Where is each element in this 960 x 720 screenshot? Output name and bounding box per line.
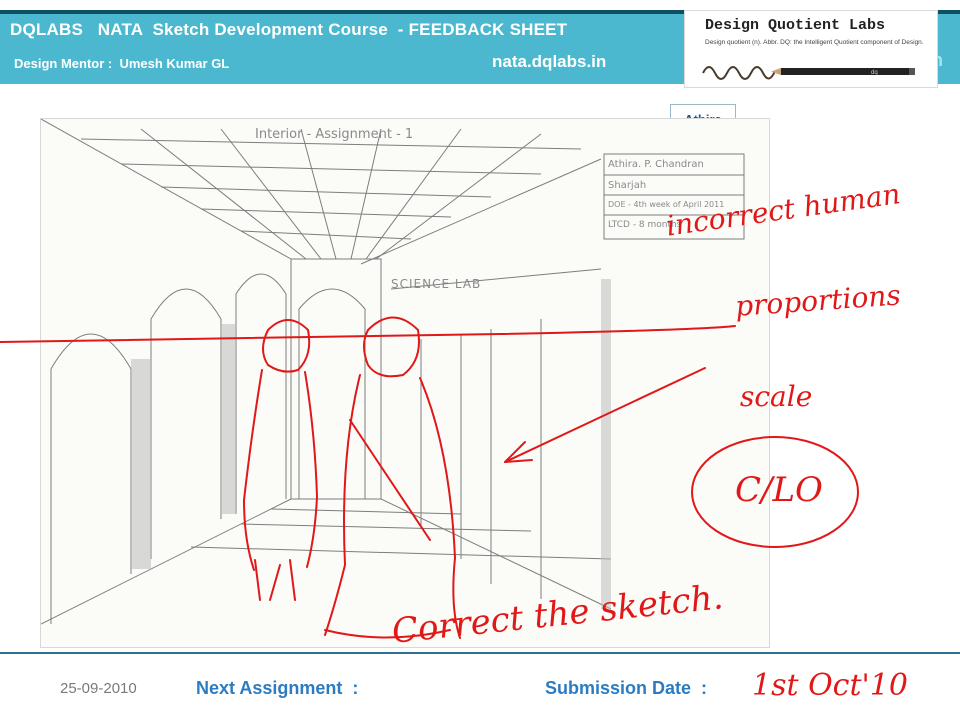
sketch-info-line: Athira. P. Chandran <box>608 159 704 170</box>
footer-divider <box>0 652 960 654</box>
sketch-sign: SCIENCE LAB <box>391 277 482 291</box>
pencil-label: dq <box>871 70 878 76</box>
feedback-due-date: 1st Oct'10 <box>752 668 908 703</box>
feedback-line-3: scale <box>740 380 813 413</box>
banner-mentor: Design Mentor : Umesh Kumar GL <box>14 56 230 71</box>
sketch-drawing <box>41 119 745 625</box>
feedback-date: 25-09-2010 <box>60 680 137 697</box>
pencil-sketch: Interior - Assignment - 1 SCIENCE LAB At… <box>40 118 770 648</box>
feedback-score: C/LO <box>735 470 823 510</box>
next-assignment-label: Next Assignment : <box>196 678 359 698</box>
sketch-heading: Interior - Assignment - 1 <box>255 127 414 142</box>
sketch-info-line: Sharjah <box>608 180 647 191</box>
pencil-icon: dq <box>702 66 915 80</box>
submission-date-label: Submission Date : <box>545 678 708 698</box>
dq-labs-logo: Design Quotient Labs Design quotient (n)… <box>684 10 938 88</box>
banner-title: DQLABS NATA Sketch Development Course - … <box>10 20 568 39</box>
banner-url[interactable]: nata.dqlabs.in <box>492 52 606 72</box>
